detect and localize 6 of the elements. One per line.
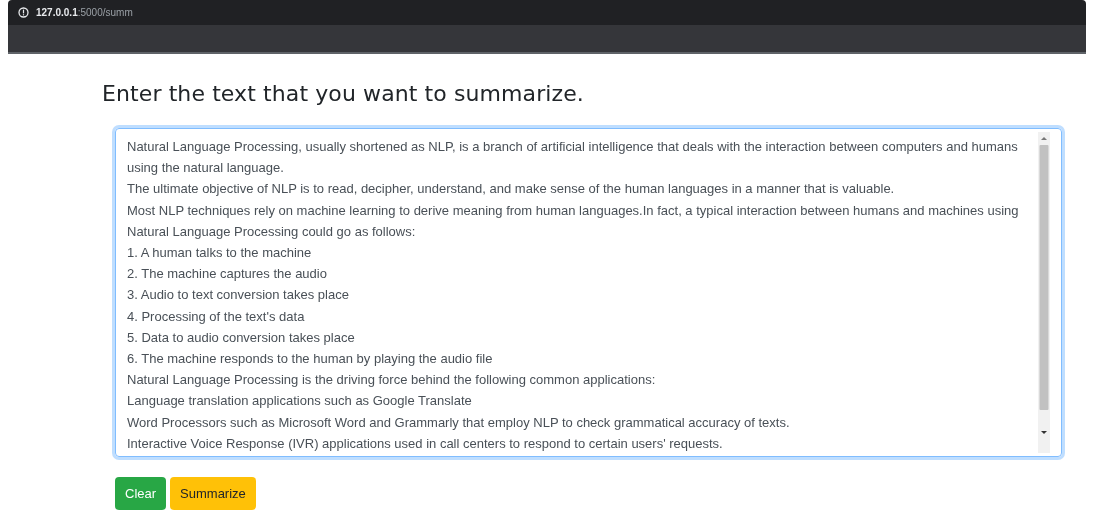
summarize-button[interactable]: Summarize	[170, 477, 256, 510]
text-area[interactable]: Natural Language Processing, usually shortened as NLP, is a branch of artificial intelligence that deals with the interaction between computers and humans using the natural language. The ultimate objective of NLP is to read, decipher, understand, and make sense of the human languages in a manner that is valuable. Most NLP techniques rely on machine learning to derive meaning from human languages.In fact, a typical interaction between humans and machines using Natural Language Processing could go as follows: 1. A human talks to the machine 2. The machine captures the audio 3. Audio to text conversion takes place 4. Processing of the text's data 5. Data to audio conversion takes place 6. The machine responds to the human by playing the audio file Natural Language Processing is the driving force behind the following common applications: Language translation applications such as Google Translate Word Processors such as Microsoft Word and Grammarly that employ NLP to check grammatical accuracy of texts. Interactive Voice Response (IVR) applications used in call centers to respond to certain users' requests.	[115, 128, 1062, 457]
page-heading: Enter the text that you want to summarize.	[102, 81, 585, 106]
scrollbar-drawing[interactable]	[1038, 132, 1050, 453]
url-text[interactable]: 127.0.0.1:5000/summ	[36, 7, 133, 18]
info-icon[interactable]	[18, 7, 29, 18]
